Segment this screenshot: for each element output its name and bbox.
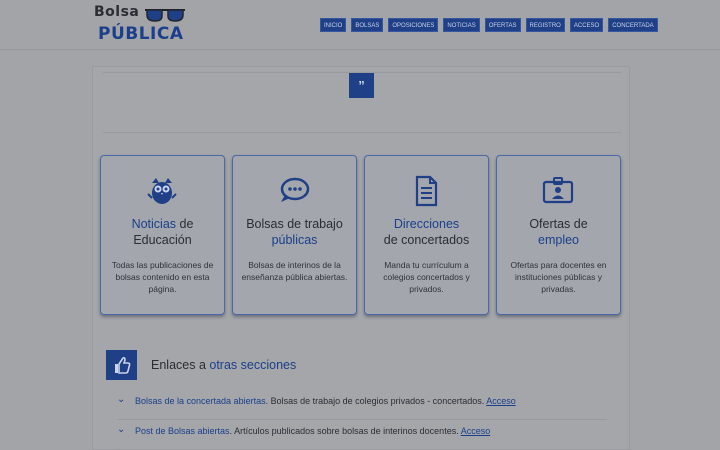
nav-item-inicio[interactable]: INICIO xyxy=(320,18,347,32)
owl-icon xyxy=(147,178,177,204)
document-icon xyxy=(415,175,438,207)
card-description: Ofertas para docentes en instituciones p… xyxy=(510,260,607,294)
card-description: Bolsas de interinos de la enseñanza públ… xyxy=(241,260,348,282)
quote-icon: ” xyxy=(349,73,374,98)
id-badge-icon xyxy=(542,177,574,204)
card-title: Ofertas de empleo xyxy=(529,217,588,247)
chat-bubble-icon xyxy=(280,177,310,202)
chevron-down-icon[interactable]: ⌄ xyxy=(117,424,125,435)
link-title[interactable]: Bolsas de la concertada abiertas xyxy=(135,396,266,406)
link-title[interactable]: Post de Bolsas abiertas xyxy=(135,426,230,436)
card-title: Bolsas de trabajo públicas xyxy=(246,217,343,247)
sunglasses-icon xyxy=(145,9,185,22)
link-description: . Bolsas de trabajo de colegios privados… xyxy=(265,396,487,406)
card-description: Manda tu currículum a colegios concertad… xyxy=(383,260,470,294)
site-logo[interactable]: Bolsa PÚBLICA xyxy=(94,4,186,44)
site-header: Bolsa PÚBLICA INICIO BOLSAS OPOSICIONES … xyxy=(0,0,720,50)
list-item: ⌄ Bolsas de la concertada abiertas. Bols… xyxy=(117,392,607,420)
nav-item-acceso[interactable]: ACCESO xyxy=(569,18,604,32)
logo-top-text: Bolsa xyxy=(94,4,140,20)
main-panel: ” Noticias de Educación Todas las public… xyxy=(92,66,630,450)
card-description: Todas las publicaciones de bolsas conten… xyxy=(111,260,214,294)
nav-item-concertada[interactable]: CONCERTADA xyxy=(608,18,658,32)
card-ofertas[interactable]: Ofertas de empleo Ofertas para docentes … xyxy=(496,155,621,315)
card-title: Direcciones de concertados xyxy=(383,217,470,247)
nav-item-ofertas[interactable]: OFERTAS xyxy=(484,18,521,32)
list-item: ⌄ Post de Bolsas abiertas. Artículos pub… xyxy=(117,422,607,450)
link-description: . Artículos publicados sobre bolsas de i… xyxy=(229,426,461,436)
acceso-link[interactable]: Acceso xyxy=(461,426,491,436)
main-nav: INICIO BOLSAS OPOSICIONES NOTICIAS OFERT… xyxy=(320,18,658,32)
logo-bottom-text: PÚBLICA xyxy=(98,24,184,44)
divider xyxy=(103,132,621,133)
thumbs-up-icon xyxy=(106,350,137,380)
nav-item-registro[interactable]: REGISTRO xyxy=(525,18,565,32)
card-bolsas[interactable]: Bolsas de trabajo públicas Bolsas de int… xyxy=(232,155,357,315)
nav-item-noticias[interactable]: NOTICIAS xyxy=(443,18,480,32)
card-direcciones[interactable]: Direcciones de concertados Manda tu curr… xyxy=(364,155,489,315)
acceso-link[interactable]: Acceso xyxy=(486,396,516,406)
card-noticias[interactable]: Noticias de Educación Todas las publicac… xyxy=(100,155,225,315)
feature-cards: Noticias de Educación Todas las publicac… xyxy=(100,155,622,317)
nav-item-oposiciones[interactable]: OPOSICIONES xyxy=(388,18,439,32)
nav-item-bolsas[interactable]: BOLSAS xyxy=(351,18,384,32)
chevron-down-icon[interactable]: ⌄ xyxy=(117,394,125,405)
card-title: Noticias de Educación xyxy=(131,217,194,247)
links-section-title: Enlaces a otras secciones xyxy=(151,358,297,372)
